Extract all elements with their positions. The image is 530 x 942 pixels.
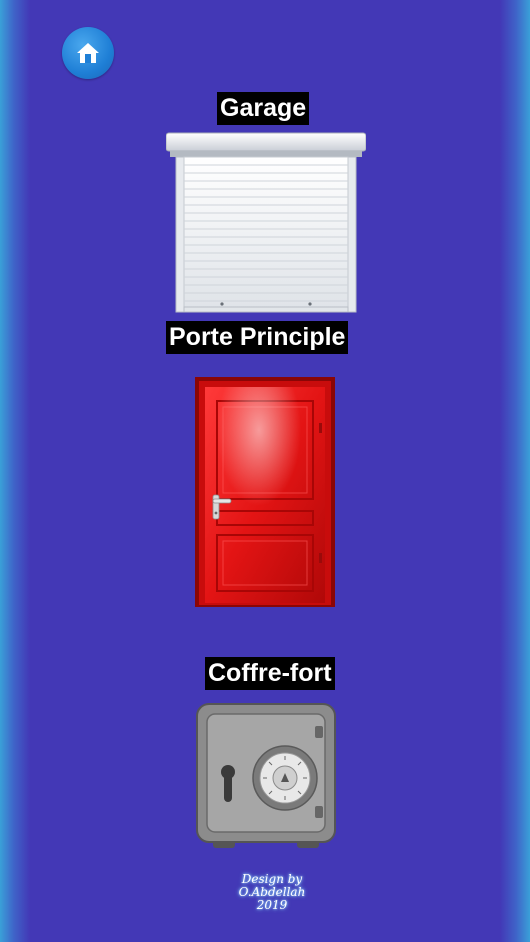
garage-door-button[interactable] [165, 131, 367, 314]
garage-label: Garage [217, 92, 310, 126]
garage-shutter-icon [165, 132, 367, 313]
red-door-icon [195, 377, 335, 607]
safe-button[interactable] [195, 702, 337, 852]
safe-icon [196, 703, 336, 848]
home-icon [77, 43, 99, 63]
home-button[interactable] [62, 27, 114, 79]
designer-signature: Design by O.Abdellah 2019 [232, 873, 312, 912]
front-door-button[interactable] [195, 377, 335, 607]
signature-year: 2019 [256, 898, 288, 912]
safe-label: Coffre-fort [205, 657, 335, 691]
front-door-label: Porte Principle [166, 321, 349, 355]
